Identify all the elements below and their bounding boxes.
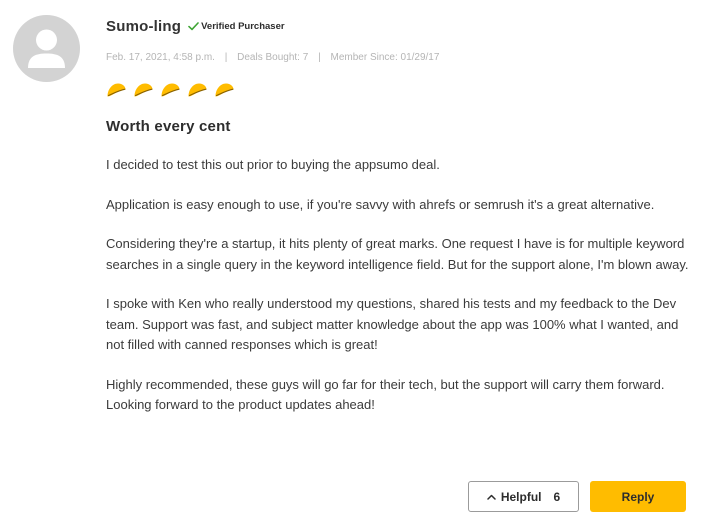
avatar bbox=[13, 15, 80, 82]
review-title: Worth every cent bbox=[106, 118, 231, 135]
taco-icon bbox=[215, 83, 234, 97]
review-paragraph: Considering they're a startup, it hits p… bbox=[106, 236, 689, 272]
review-paragraph: I decided to test this out prior to buyi… bbox=[106, 157, 440, 172]
deals-bought: Deals Bought: 7 bbox=[237, 52, 309, 63]
review-date: Feb. 17, 2021, 4:58 p.m. bbox=[106, 52, 215, 63]
meta-separator: | bbox=[318, 52, 321, 63]
taco-icon bbox=[107, 83, 126, 97]
verified-badge: Verified Purchaser bbox=[188, 21, 285, 32]
helpful-count: 6 bbox=[553, 489, 561, 504]
taco-icon bbox=[134, 83, 153, 97]
review-paragraph: I spoke with Ken who really understood m… bbox=[106, 296, 679, 352]
review-paragraph: Highly recommended, these guys will go f… bbox=[106, 376, 665, 413]
review-paragraph: Application is easy enough to use, if yo… bbox=[106, 196, 655, 212]
review-actions: Helpful 6 Reply bbox=[468, 481, 686, 512]
meta-separator: | bbox=[224, 52, 228, 63]
taco-icon bbox=[161, 83, 180, 97]
taco-icon bbox=[188, 83, 207, 97]
check-icon bbox=[188, 22, 199, 31]
review-body: I decided to test this out prior to buyi… bbox=[106, 155, 691, 435]
reviewer-header: Sumo-ling Verified Purchaser bbox=[106, 18, 285, 35]
helpful-button[interactable]: Helpful 6 bbox=[468, 481, 579, 512]
rating bbox=[106, 82, 241, 98]
verified-label: Verified Purchaser bbox=[201, 21, 285, 32]
reply-label: Reply bbox=[621, 489, 655, 504]
reply-button[interactable]: Reply bbox=[590, 481, 686, 512]
helpful-label: Helpful bbox=[500, 489, 542, 504]
user-avatar-icon bbox=[28, 29, 65, 68]
member-since: Member Since: 01/29/17 bbox=[330, 52, 440, 63]
reviewer-name[interactable]: Sumo-ling bbox=[106, 18, 181, 35]
review-meta: Feb. 17, 2021, 4:58 p.m. | Deals Bought:… bbox=[106, 52, 439, 63]
chevron-up-icon bbox=[487, 494, 496, 500]
